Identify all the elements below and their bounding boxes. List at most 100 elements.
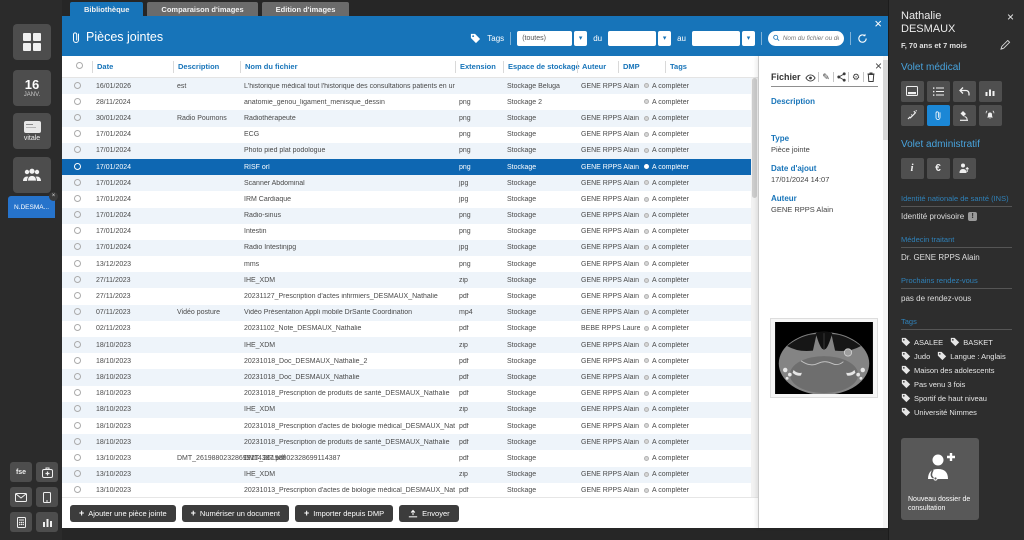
row-radio[interactable] xyxy=(74,438,81,445)
row-radio[interactable] xyxy=(74,195,81,202)
table-row[interactable]: 13/10/2023 IHE_XDM zip Stockage GENE RPP… xyxy=(62,467,758,483)
calculator-button[interactable] xyxy=(10,512,32,532)
settings-gear-icon[interactable]: ⚙ xyxy=(848,72,863,82)
row-radio[interactable] xyxy=(74,324,81,331)
alerts-button[interactable] xyxy=(979,105,1002,126)
calendar-button[interactable]: 16 JANV. xyxy=(13,70,51,106)
chevron-down-icon[interactable]: ▾ xyxy=(574,31,587,46)
row-radio[interactable] xyxy=(74,114,81,121)
row-radio[interactable] xyxy=(74,292,81,299)
patient-tag[interactable]: BASKET xyxy=(950,337,993,347)
table-row[interactable]: 17/01/2024 Intestin png Stockage GENE RP… xyxy=(62,224,758,240)
preview-eye-icon[interactable] xyxy=(803,73,818,82)
tab-edition-images[interactable]: Edition d'images xyxy=(262,2,350,16)
table-row[interactable]: 17/01/2024 Radio-sinus png Stockage GENE… xyxy=(62,208,758,224)
detail-close-icon[interactable]: × xyxy=(875,59,882,73)
export-patient-button[interactable] xyxy=(953,158,976,179)
chevron-down-icon[interactable]: ▾ xyxy=(742,31,755,46)
patient-tag[interactable]: ASALEE xyxy=(901,337,943,347)
row-radio[interactable] xyxy=(74,227,81,234)
table-row[interactable]: 17/01/2024 RISF orl png Stockage GENE RP… xyxy=(62,159,758,175)
header-date[interactable]: Date xyxy=(92,61,173,73)
scan-document-button[interactable]: + Numériser un document xyxy=(182,505,289,522)
table-row[interactable]: 18/10/2023 20231018_Prescription de prod… xyxy=(62,386,758,402)
header-filename[interactable]: Nom du fichier xyxy=(240,61,455,73)
table-row[interactable]: 18/10/2023 20231018_Prescription d'actes… xyxy=(62,418,758,434)
row-radio[interactable] xyxy=(74,470,81,477)
edit-pencil-icon[interactable]: ✎ xyxy=(818,72,833,82)
patient-close-icon[interactable]: × xyxy=(1007,10,1014,24)
row-radio[interactable] xyxy=(74,146,81,153)
table-row[interactable]: 17/01/2024 Radio Intestinjpg jpg Stockag… xyxy=(62,240,758,256)
patient-tag[interactable]: Université Nimmes xyxy=(901,407,977,417)
apps-grid-button[interactable] xyxy=(13,24,51,60)
table-row[interactable]: 18/10/2023 20231018_Doc_DESMAUX_Nathalie… xyxy=(62,353,758,369)
tags-filter-select[interactable]: (toutes) ▾ xyxy=(517,31,587,46)
add-attachment-button[interactable]: + Ajouter une pièce jointe xyxy=(70,505,176,522)
table-row[interactable]: 18/10/2023 IHE_XDM zip Stockage GENE RPP… xyxy=(62,402,758,418)
table-row[interactable]: 16/01/2026 est L'historique médical tout… xyxy=(62,78,758,94)
header-extension[interactable]: Extension xyxy=(455,61,503,73)
patient-tag[interactable]: Sportif de haut niveau xyxy=(901,393,987,403)
row-radio[interactable] xyxy=(74,454,81,461)
row-radio[interactable] xyxy=(74,389,81,396)
patient-tab-close-icon[interactable]: × xyxy=(49,192,58,201)
edit-patient-icon[interactable] xyxy=(1000,40,1011,50)
header-author[interactable]: Auteur xyxy=(577,61,618,73)
search-box[interactable] xyxy=(768,31,844,46)
date-to-select[interactable]: ▾ xyxy=(692,31,755,46)
patient-tag[interactable]: Pas venu 3 fois xyxy=(901,379,965,389)
row-radio[interactable] xyxy=(74,98,81,105)
row-radio[interactable] xyxy=(74,243,81,250)
patient-tag[interactable]: Judo xyxy=(901,351,930,361)
tab-comparaison-images[interactable]: Comparaison d'images xyxy=(147,2,257,16)
mail-button[interactable] xyxy=(10,487,32,507)
table-row[interactable]: 17/01/2024 Scanner Abdominal jpg Stockag… xyxy=(62,175,758,191)
row-radio[interactable] xyxy=(74,308,81,315)
scrollbar-thumb[interactable] xyxy=(752,78,757,198)
table-row[interactable]: 17/01/2024 ECG png Stockage GENE RPPS Al… xyxy=(62,127,758,143)
device-button[interactable] xyxy=(36,487,58,507)
row-radio[interactable] xyxy=(74,341,81,348)
row-radio[interactable] xyxy=(74,179,81,186)
date-from-select[interactable]: ▾ xyxy=(608,31,671,46)
new-consultation-card[interactable]: Nouveau dossier de consultation xyxy=(901,438,979,520)
table-scrollbar[interactable] xyxy=(751,78,758,499)
patient-info-button[interactable]: i xyxy=(901,158,924,179)
table-row[interactable]: 28/11/2024 anatomie_genou_ligament_menis… xyxy=(62,94,758,110)
row-radio[interactable] xyxy=(74,422,81,429)
header-storage[interactable]: Espace de stockage xyxy=(503,61,577,73)
fse-button[interactable]: fse xyxy=(10,462,32,482)
table-row[interactable]: 17/01/2024 IRM Cardiaque jpg Stockage GE… xyxy=(62,191,758,207)
attachments-button[interactable] xyxy=(927,105,950,126)
row-radio[interactable] xyxy=(74,260,81,267)
tab-bibliotheque[interactable]: Bibliothèque xyxy=(70,2,143,16)
billing-button[interactable]: € xyxy=(927,158,950,179)
biometrics-chart-button[interactable] xyxy=(979,81,1002,102)
table-row[interactable]: 07/11/2023 Vidéo posture Vidéo Présentat… xyxy=(62,305,758,321)
table-row[interactable]: 27/11/2023 IHE_XDM zip Stockage GENE RPP… xyxy=(62,272,758,288)
table-row[interactable]: 13/12/2023 mms png Stockage GENE RPPS Al… xyxy=(62,256,758,272)
share-icon[interactable] xyxy=(833,72,848,82)
header-dmp[interactable]: DMP xyxy=(618,61,665,73)
delete-trash-icon[interactable] xyxy=(863,72,878,82)
row-radio[interactable] xyxy=(74,405,81,412)
history-list-button[interactable] xyxy=(927,81,950,102)
patient-tag[interactable]: Maison des adolescents xyxy=(901,365,994,375)
row-radio[interactable] xyxy=(74,486,81,493)
table-row[interactable]: 13/10/2023 DMT_26198802328699114387.pdf … xyxy=(62,450,758,466)
row-radio[interactable] xyxy=(74,373,81,380)
table-row[interactable]: 18/10/2023 20231018_Doc_DESMAUX_Nathalie… xyxy=(62,369,758,385)
refresh-icon[interactable] xyxy=(857,33,868,44)
search-input[interactable] xyxy=(783,35,839,42)
consultations-button[interactable] xyxy=(901,81,924,102)
send-button[interactable]: Envoyer xyxy=(399,505,459,522)
undo-button[interactable] xyxy=(953,81,976,102)
vaccination-button[interactable] xyxy=(901,105,924,126)
row-radio[interactable] xyxy=(74,130,81,137)
table-row[interactable]: 02/11/2023 20231102_Note_DESMAUX_Nathali… xyxy=(62,321,758,337)
carte-vitale-button[interactable]: vitale xyxy=(13,113,51,149)
table-row[interactable]: 17/01/2024 Photo pied plat podologue png… xyxy=(62,143,758,159)
table-row[interactable]: 27/11/2023 20231127_Prescription d'actes… xyxy=(62,288,758,304)
statistics-button[interactable] xyxy=(36,512,58,532)
